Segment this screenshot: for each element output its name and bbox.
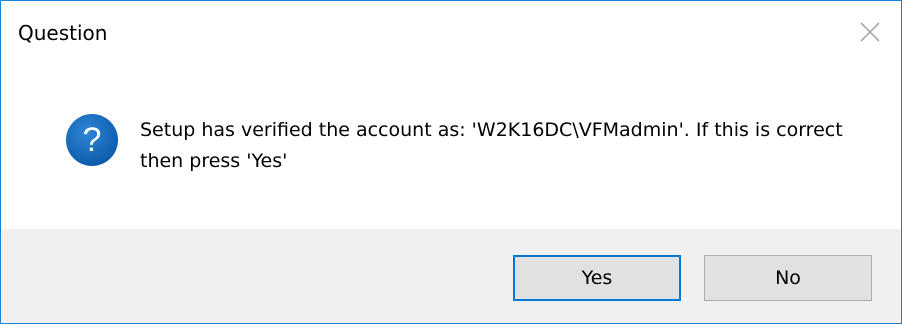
dialog-message: Setup has verified the account as: 'W2K1… [140,119,843,172]
button-bar: Yes No [1,229,901,323]
question-icon: ? [66,114,118,166]
no-button[interactable]: No [704,255,872,301]
title-bar: Question [1,1,901,67]
dialog-content: ? Setup has verified the account as: 'W2… [1,67,901,229]
yes-button[interactable]: Yes [513,255,681,301]
question-dialog: Question ? Setup has verified the accoun… [0,0,902,324]
close-button[interactable] [841,1,901,63]
close-icon [860,22,880,42]
svg-text:?: ? [83,121,102,159]
dialog-title: Question [18,21,108,45]
